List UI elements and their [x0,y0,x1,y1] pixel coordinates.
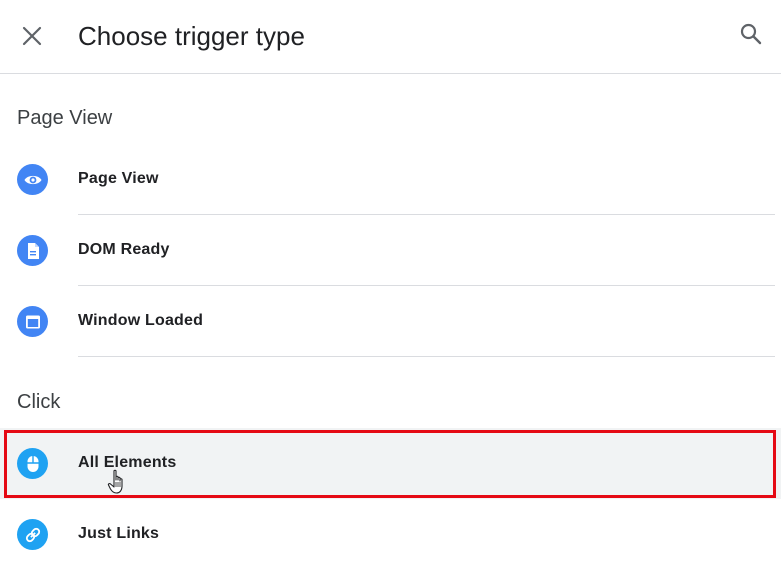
trigger-item-dom-ready[interactable]: DOM Ready [0,215,781,286]
close-icon [22,26,42,46]
dialog-title: Choose trigger type [78,21,305,51]
divider [78,356,775,357]
trigger-item-page-view[interactable]: Page View [0,144,781,215]
section-header-page-view: Page View [17,107,113,129]
mouse-icon [17,448,48,479]
document-icon [17,235,48,266]
trigger-item-just-links[interactable]: Just Links [0,499,781,565]
search-icon [740,23,762,45]
trigger-item-label: Just Links [78,525,160,542]
section-header-click: Click [17,391,61,413]
window-icon [17,306,48,337]
search-button[interactable] [735,18,767,50]
trigger-item-label: Window Loaded [78,312,204,329]
link-icon [17,519,48,550]
trigger-item-label: Page View [78,170,159,187]
eye-icon [17,164,48,195]
trigger-item-label: DOM Ready [78,241,170,258]
trigger-item-window-loaded[interactable]: Window Loaded [0,286,781,357]
close-button[interactable] [18,22,46,50]
dialog-header: Choose trigger type [0,0,781,74]
hand-cursor-icon [107,469,123,494]
